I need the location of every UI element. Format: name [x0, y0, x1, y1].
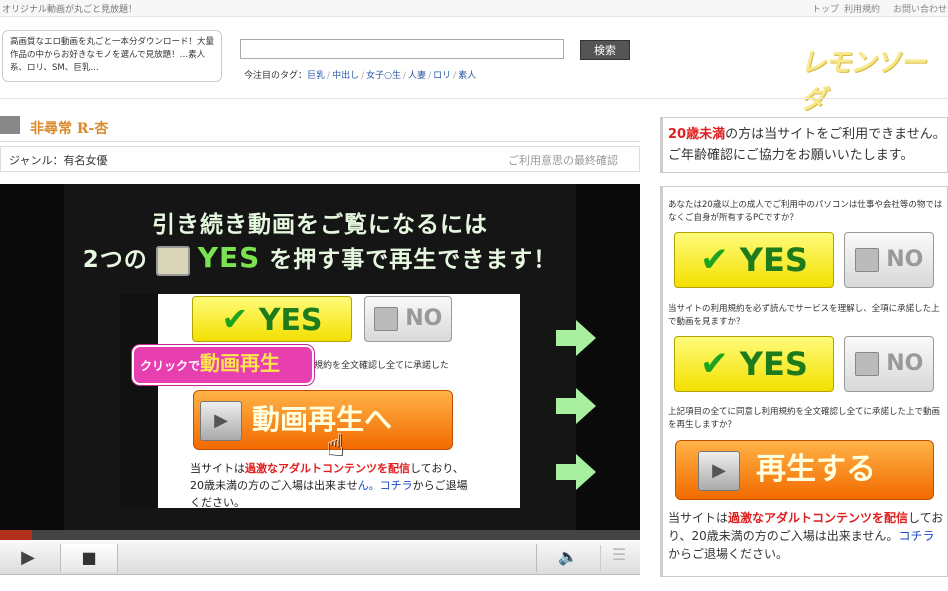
- stop-icon[interactable]: ■: [60, 544, 118, 572]
- site-tagline: オリジナル動画が丸ごと見放題！: [2, 5, 138, 15]
- adult-warning: 当サイトは過激なアダルトコンテンツを配信しており、20歳未満の方のご入場は出来ま…: [668, 511, 944, 561]
- demo-dark-strip: [120, 294, 158, 508]
- top-link-home[interactable]: トップ: [812, 2, 839, 15]
- no-button-2[interactable]: NO: [844, 336, 934, 392]
- question-2: 当サイトの利用規約を必ず読んでサービスを理解し、全項に承諾した上で動画を見ますか…: [668, 304, 940, 327]
- tag-link[interactable]: 巨乳: [307, 71, 325, 81]
- check-icon: ✔: [700, 240, 729, 280]
- video-headline-2: 2つの YES を押す事で再生できます！: [82, 241, 558, 276]
- demo-yes-button: ✔ YES: [192, 296, 352, 342]
- question-1: あなたは20歳以上の成人でご利用中のパソコンは仕事や会社等の物ではなくご自身が所…: [668, 200, 943, 223]
- top-link-terms[interactable]: 利用規約: [844, 2, 880, 15]
- play-button[interactable]: ▶ 再生する: [675, 440, 934, 500]
- yes-button-1[interactable]: ✔ YES: [674, 232, 834, 288]
- tag-link[interactable]: 素人: [458, 71, 476, 81]
- unchecked-box-icon: [373, 307, 398, 331]
- top-bar: [0, 0, 948, 17]
- seek-track[interactable]: [118, 544, 537, 572]
- arrow-right-icon: [556, 464, 576, 480]
- arrow-right-icon: [556, 330, 576, 346]
- tag-link[interactable]: ロリ: [433, 71, 451, 81]
- checkbox-icon: [155, 245, 190, 276]
- question-3: 上記項目の全てに同意し利用規約を全文確認し全てに承諾した上で動画を再生しますか？: [668, 407, 941, 430]
- check-icon: ✔: [700, 344, 729, 384]
- cursor-hand-icon: ☝: [326, 428, 345, 463]
- video-headline-1: 引き続き動画をご覧になるには: [152, 212, 488, 238]
- unchecked-box-icon: [854, 248, 879, 272]
- arrow-right-icon: [576, 454, 596, 490]
- top-link-contact[interactable]: お問い合わせ: [893, 2, 947, 15]
- demo-warning: 当サイトは過激なアダルトコンテンツを配信しており、20歳未満の方のご入場は出来ま…: [190, 462, 468, 509]
- tag-link[interactable]: 女子○生: [366, 71, 401, 81]
- play-icon: ▶: [200, 401, 242, 441]
- play-icon: ▶: [698, 450, 740, 491]
- demo-terms-text: 規約を全文確認し全てに承諾した: [314, 361, 450, 371]
- play-icon[interactable]: ▶: [8, 547, 48, 569]
- trending-tags: 今注目のタグ：巨乳 / 中出し / 女子○生 / 人妻 / ロリ / 素人: [244, 71, 477, 81]
- title-marker: [0, 116, 20, 134]
- site-description: 高画質なエロ動画を丸ごと一本分ダウンロード！大量作品の中からお好きなモノを選んで…: [2, 30, 222, 82]
- exit-link[interactable]: コチラ: [898, 529, 934, 543]
- tags-label: 今注目のタグ：: [244, 71, 308, 81]
- age-warning-text: 20歳未満の方は当サイトをご利用できません。 ご年齢確認にご協力をお願いいたします…: [668, 127, 946, 163]
- arrow-right-icon: [556, 398, 576, 414]
- title-divider: [0, 141, 640, 142]
- site-logo[interactable]: レモンソーダ: [800, 42, 948, 116]
- genre-label: ジャンル：有名女優: [9, 154, 108, 167]
- no-button-1[interactable]: NO: [844, 232, 934, 288]
- arrow-right-icon: [576, 388, 596, 424]
- click-bubble: クリックで動画再生: [132, 345, 314, 385]
- check-icon: ✔: [221, 300, 249, 338]
- progress-fill: [0, 530, 32, 540]
- tag-link[interactable]: 中出し: [332, 71, 359, 81]
- unchecked-box-icon: [854, 352, 879, 376]
- yes-button-2[interactable]: ✔ YES: [674, 336, 834, 392]
- tag-link[interactable]: 人妻: [408, 71, 426, 81]
- arrow-right-icon: [576, 320, 596, 356]
- demo-play-button: ▶ 動画再生へ: [193, 390, 453, 450]
- final-confirm-link[interactable]: ご利用意思の最終確認: [508, 152, 618, 168]
- search-button[interactable]: 検索: [580, 40, 630, 60]
- menu-icon[interactable]: ☰: [600, 545, 637, 571]
- progress-bar[interactable]: [0, 530, 640, 540]
- demo-no-button: NO: [364, 296, 452, 342]
- volume-icon[interactable]: 🔈: [550, 547, 586, 569]
- page-title: 非尋常 R-杏: [30, 121, 109, 137]
- header-divider: [0, 98, 948, 99]
- search-input[interactable]: [240, 39, 564, 59]
